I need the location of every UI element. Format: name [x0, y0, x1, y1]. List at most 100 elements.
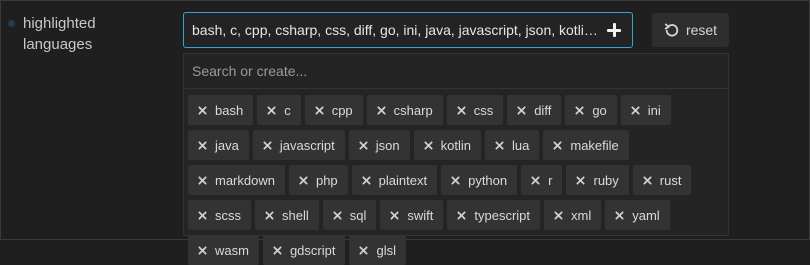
tag-chip[interactable]: rust [632, 165, 692, 195]
tag-chip[interactable]: java [188, 130, 249, 160]
tag-label: yaml [632, 207, 660, 223]
tag-label: glsl [376, 242, 396, 258]
tag-label: diff [534, 102, 552, 118]
tag-chip[interactable]: lua [485, 130, 540, 160]
tag-chip[interactable]: markdown [188, 165, 285, 195]
language-dropdown: bash c cpp csharp css diff go ini java javascript… [183, 53, 729, 265]
remove-icon[interactable] [451, 175, 460, 185]
tag-chip[interactable]: php [288, 165, 348, 195]
remove-icon[interactable] [273, 245, 282, 255]
remove-icon[interactable] [495, 140, 504, 150]
search-input[interactable] [184, 54, 728, 89]
tag-label: c [284, 102, 291, 118]
tag-label: shell [282, 207, 309, 223]
tag-label: scss [215, 207, 241, 223]
tag-chip[interactable]: kotlin [413, 130, 481, 160]
tag-chip[interactable]: diff [507, 95, 562, 125]
tag-chip[interactable]: python [441, 165, 518, 195]
tag-label: markdown [215, 172, 275, 188]
tag-chip[interactable]: json [348, 130, 410, 160]
tag-label: php [315, 172, 338, 188]
tag-label: gdscript [289, 242, 336, 258]
tag-label: javascript [279, 137, 335, 153]
tag-label: swift [407, 207, 434, 223]
tag-chip[interactable]: sql [322, 200, 377, 230]
remove-icon[interactable] [198, 175, 207, 185]
remove-icon[interactable] [554, 210, 563, 220]
languages-value-text: bash, c, cpp, csharp, css, diff, go, ini… [192, 22, 598, 38]
tag-label: xml [571, 207, 592, 223]
remove-icon[interactable] [575, 105, 584, 115]
setting-label: highlighted languages [8, 13, 133, 55]
tag-label: typescript [474, 207, 531, 223]
setting-indicator-dot [8, 20, 15, 27]
tag-label: ruby [593, 172, 619, 188]
tag-label: bash [215, 102, 244, 118]
reset-button[interactable]: reset [652, 13, 729, 47]
tag-chip[interactable]: cpp [304, 95, 363, 125]
tag-label: plaintext [378, 172, 428, 188]
remove-icon[interactable] [359, 245, 369, 255]
tag-chip[interactable]: ruby [566, 165, 629, 195]
tag-chip[interactable]: css [446, 95, 504, 125]
remove-icon[interactable] [359, 140, 368, 150]
remove-icon[interactable] [263, 140, 272, 150]
remove-icon[interactable] [517, 105, 526, 115]
tag-label: java [215, 137, 239, 153]
setting-label-text: highlighted languages [23, 15, 96, 53]
remove-icon[interactable] [576, 175, 586, 185]
remove-icon[interactable] [377, 105, 386, 115]
remove-icon[interactable] [424, 140, 433, 150]
remove-icon[interactable] [299, 175, 308, 185]
tag-chip[interactable]: c [257, 95, 301, 125]
tag-label: sql [349, 207, 367, 223]
undo-icon [664, 23, 679, 37]
remove-icon[interactable] [315, 105, 324, 115]
remove-icon[interactable] [457, 210, 466, 220]
tag-label: rust [659, 172, 682, 188]
tag-label: lua [512, 137, 530, 153]
settings-panel: highlighted languages bash, c, cpp, csha… [0, 0, 810, 265]
tag-label: json [375, 137, 400, 153]
tag-chip[interactable]: makefile [543, 130, 629, 160]
tag-chip[interactable]: csharp [366, 95, 443, 125]
tag-label: wasm [215, 242, 249, 258]
languages-value-field[interactable]: bash, c, cpp, csharp, css, diff, go, ini… [183, 12, 633, 48]
remove-icon[interactable] [615, 210, 624, 220]
remove-icon[interactable] [265, 210, 274, 220]
remove-icon[interactable] [198, 140, 207, 150]
tag-chip[interactable]: swift [380, 200, 444, 230]
tag-label: makefile [570, 137, 619, 153]
tag-label: csharp [393, 102, 433, 118]
tag-chip[interactable]: plaintext [351, 165, 438, 195]
reset-button-label: reset [685, 22, 718, 38]
tag-chip[interactable]: xml [544, 200, 602, 230]
remove-icon[interactable] [457, 105, 466, 115]
tag-chip[interactable]: javascript [252, 130, 345, 160]
tag-chip[interactable]: ini [620, 95, 671, 125]
remove-icon[interactable] [198, 210, 207, 220]
remove-icon[interactable] [362, 175, 371, 185]
tag-label: kotlin [440, 137, 471, 153]
tag-chip[interactable]: shell [255, 200, 319, 230]
tag-chip[interactable]: scss [188, 200, 251, 230]
tag-label: ini [647, 102, 661, 118]
remove-icon[interactable] [333, 210, 342, 220]
remove-icon[interactable] [643, 175, 652, 185]
remove-icon[interactable] [553, 140, 562, 150]
remove-icon[interactable] [631, 105, 640, 115]
tag-label: python [468, 172, 508, 188]
remove-icon[interactable] [390, 210, 399, 220]
tag-chip[interactable]: bash [188, 95, 254, 125]
tag-label: go [592, 102, 607, 118]
remove-icon[interactable] [531, 175, 540, 185]
remove-icon[interactable] [198, 245, 207, 255]
tag-chip[interactable]: r [521, 165, 563, 195]
remove-icon[interactable] [198, 105, 207, 115]
remove-icon[interactable] [267, 105, 276, 115]
plus-icon[interactable] [604, 20, 624, 40]
tag-chip[interactable]: yaml [605, 200, 670, 230]
tag-chip[interactable]: go [565, 95, 617, 125]
tag-label: cpp [331, 102, 353, 118]
tag-chip[interactable]: typescript [447, 200, 541, 230]
